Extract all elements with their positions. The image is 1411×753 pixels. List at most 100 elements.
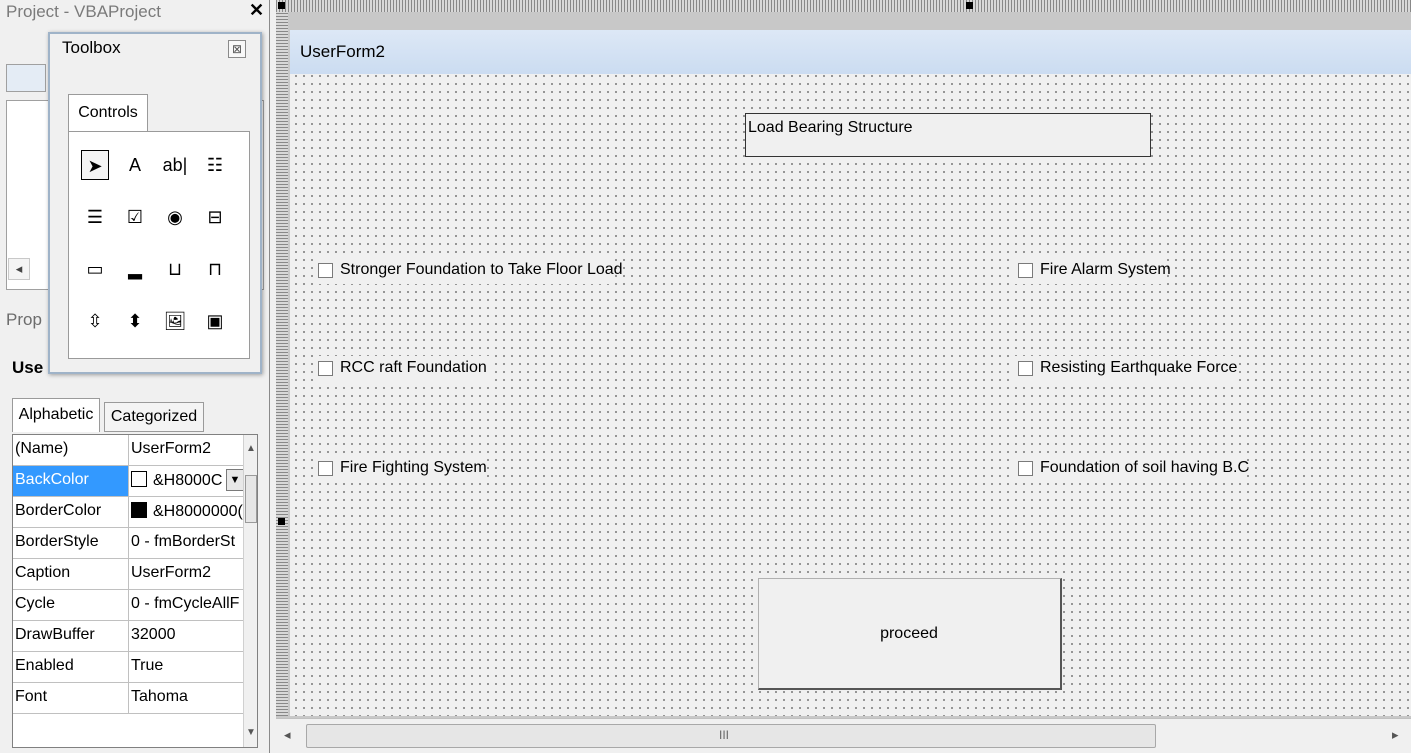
userform-title: UserForm2: [300, 42, 386, 61]
checkbox-label: Fire Fighting System: [340, 459, 487, 476]
property-row-caption[interactable]: Caption UserForm2: [13, 559, 243, 590]
tab-alphabetic[interactable]: Alphabetic: [12, 398, 100, 432]
image-tool-icon[interactable]: 🖼: [161, 306, 189, 336]
property-value-text: &H8000C: [153, 472, 223, 489]
scroll-thumb[interactable]: III: [306, 724, 1156, 748]
load-bearing-label[interactable]: Load Bearing Structure: [745, 113, 1151, 157]
textbox-tool-icon[interactable]: ab|: [161, 150, 189, 180]
optionbutton-tool-icon[interactable]: ◉: [161, 202, 189, 232]
commandbutton-tool-icon[interactable]: ▂: [121, 254, 149, 284]
property-value[interactable]: UserForm2: [131, 564, 243, 582]
form-designer: UserForm2 Load Bearing Structure Stronge…: [276, 0, 1411, 753]
proceed-label: proceed: [880, 625, 938, 642]
checkbox-box[interactable]: [318, 263, 333, 278]
property-value[interactable]: 0 - fmBorderSt: [131, 533, 243, 551]
scroll-thumb[interactable]: [245, 475, 257, 523]
userform-title-bar: UserForm2: [290, 30, 1411, 74]
property-value[interactable]: 0 - fmCycleAllF: [131, 595, 243, 613]
view-code-button[interactable]: [6, 64, 46, 92]
resize-handle[interactable]: [966, 2, 973, 9]
checkbox-stronger-foundation[interactable]: Stronger Foundation to Take Floor Load: [314, 258, 623, 284]
label-tool-icon[interactable]: A: [121, 150, 149, 180]
checkbox-label: RCC raft Foundation: [340, 359, 487, 376]
resize-handle[interactable]: [278, 518, 285, 525]
property-value-bordercolor[interactable]: &H8000000(: [131, 502, 243, 521]
property-name: DrawBuffer: [15, 626, 95, 643]
property-name: Font: [15, 688, 48, 705]
property-value[interactable]: UserForm2: [131, 440, 243, 458]
checkbox-box[interactable]: [1018, 263, 1033, 278]
checkbox-box[interactable]: [1018, 461, 1033, 476]
togglebutton-tool-icon[interactable]: ⊟: [201, 202, 229, 232]
property-row-drawbuffer[interactable]: DrawBuffer 32000: [13, 621, 243, 652]
tab-controls[interactable]: Controls: [68, 94, 148, 132]
scroll-left-icon[interactable]: ◂: [284, 727, 291, 743]
scrollbar-tool-icon[interactable]: ⇳: [81, 306, 109, 336]
scroll-down-icon[interactable]: ▼: [246, 727, 256, 738]
designer-left-resize-strip[interactable]: [276, 12, 288, 716]
properties-scrollbar[interactable]: ▲ ▼: [243, 435, 257, 747]
toolbox-title: Toolbox: [62, 38, 121, 57]
toolbox-window: Toolbox ⊠ Controls ➤ Aab| ☷ ☰ ☑ ◉ ⊟ ▭ ▂ ⊔ ⊓ ⇳ ⬍ 🖼 ▣: [48, 32, 262, 374]
multipage-tool-icon[interactable]: ⊓: [201, 254, 229, 284]
project-explorer-close-icon[interactable]: ✕: [249, 0, 264, 21]
combobox-tool-icon[interactable]: ☷: [201, 150, 229, 180]
backcolor-dropdown-icon[interactable]: ▼: [226, 469, 244, 491]
checkbox-label: Foundation of soil having B.C: [1040, 459, 1250, 476]
checkbox-box[interactable]: [318, 461, 333, 476]
listbox-tool-icon[interactable]: ☰: [81, 202, 109, 232]
scroll-grip-icon: III: [719, 728, 730, 742]
scroll-right-icon[interactable]: ▸: [1392, 727, 1399, 743]
property-row-bordercolor[interactable]: BorderColor &H8000000(: [13, 497, 243, 528]
properties-grid: (Name) UserForm2 BackColor &H8000C ▼ Bor…: [12, 434, 258, 748]
property-value-text: &H8000000(: [153, 503, 243, 520]
color-swatch: [131, 502, 147, 518]
designer-top-resize-strip[interactable]: [276, 0, 1411, 12]
property-name: BorderColor: [15, 502, 102, 519]
project-scroll-left-icon[interactable]: ◂: [8, 258, 30, 280]
property-value[interactable]: 32000: [131, 626, 243, 644]
project-explorer-title: Project - VBAProject: [6, 2, 161, 21]
checkbox-box[interactable]: [318, 361, 333, 376]
property-name: Cycle: [15, 595, 56, 612]
checkbox-tool-icon[interactable]: ☑: [121, 202, 149, 232]
property-row-cycle[interactable]: Cycle 0 - fmCycleAllF: [13, 590, 243, 621]
checkbox-label: Resisting Earthquake Force: [1040, 359, 1238, 376]
property-row-borderstyle[interactable]: BorderStyle 0 - fmBorderSt: [13, 528, 243, 559]
property-name: BackColor: [13, 466, 128, 496]
label-text: Load Bearing Structure: [748, 119, 913, 136]
property-row-name[interactable]: (Name) UserForm2: [13, 435, 243, 466]
designer-horizontal-scrollbar[interactable]: ◂ III ▸: [276, 718, 1411, 753]
checkbox-rcc-raft[interactable]: RCC raft Foundation: [314, 356, 494, 382]
tabstrip-tool-icon[interactable]: ⊔: [161, 254, 189, 284]
properties-title: Prop: [6, 310, 42, 329]
checkbox-label: Stronger Foundation to Take Floor Load: [340, 261, 623, 278]
checkbox-box[interactable]: [1018, 361, 1033, 376]
checkbox-fire-fighting[interactable]: Fire Fighting System: [314, 456, 487, 482]
properties-object-dropdown[interactable]: Use: [12, 358, 43, 378]
toolbox-close-icon[interactable]: ⊠: [228, 40, 246, 58]
color-swatch: [131, 471, 147, 487]
refedit-tool-icon[interactable]: ▣: [201, 306, 229, 336]
property-row-font[interactable]: Font Tahoma: [13, 683, 243, 714]
resize-handle[interactable]: [278, 2, 285, 9]
property-name: BorderStyle: [15, 533, 99, 550]
select-objects-tool-icon[interactable]: ➤: [81, 150, 109, 180]
property-name: Caption: [15, 564, 71, 581]
property-value[interactable]: Tahoma: [131, 688, 243, 706]
property-name: Enabled: [15, 657, 74, 674]
proceed-button[interactable]: proceed: [758, 578, 1062, 690]
property-row-backcolor[interactable]: BackColor &H8000C ▼: [13, 466, 244, 497]
checkbox-fire-alarm[interactable]: Fire Alarm System: [1014, 258, 1171, 284]
tab-categorized[interactable]: Categorized: [104, 402, 204, 432]
property-name: (Name): [15, 440, 69, 457]
frame-tool-icon[interactable]: ▭: [81, 254, 109, 284]
checkbox-earthquake[interactable]: Resisting Earthquake Force: [1014, 356, 1238, 382]
checkbox-label: Fire Alarm System: [1040, 261, 1171, 278]
property-value[interactable]: True: [131, 657, 243, 675]
checkbox-soil-bc[interactable]: Foundation of soil having B.C: [1014, 456, 1250, 482]
toolbox-controls-grid: ➤ Aab| ☷ ☰ ☑ ◉ ⊟ ▭ ▂ ⊔ ⊓ ⇳ ⬍ 🖼 ▣: [68, 131, 250, 359]
spinbutton-tool-icon[interactable]: ⬍: [121, 306, 149, 336]
property-row-enabled[interactable]: Enabled True: [13, 652, 243, 683]
scroll-up-icon[interactable]: ▲: [246, 443, 256, 454]
